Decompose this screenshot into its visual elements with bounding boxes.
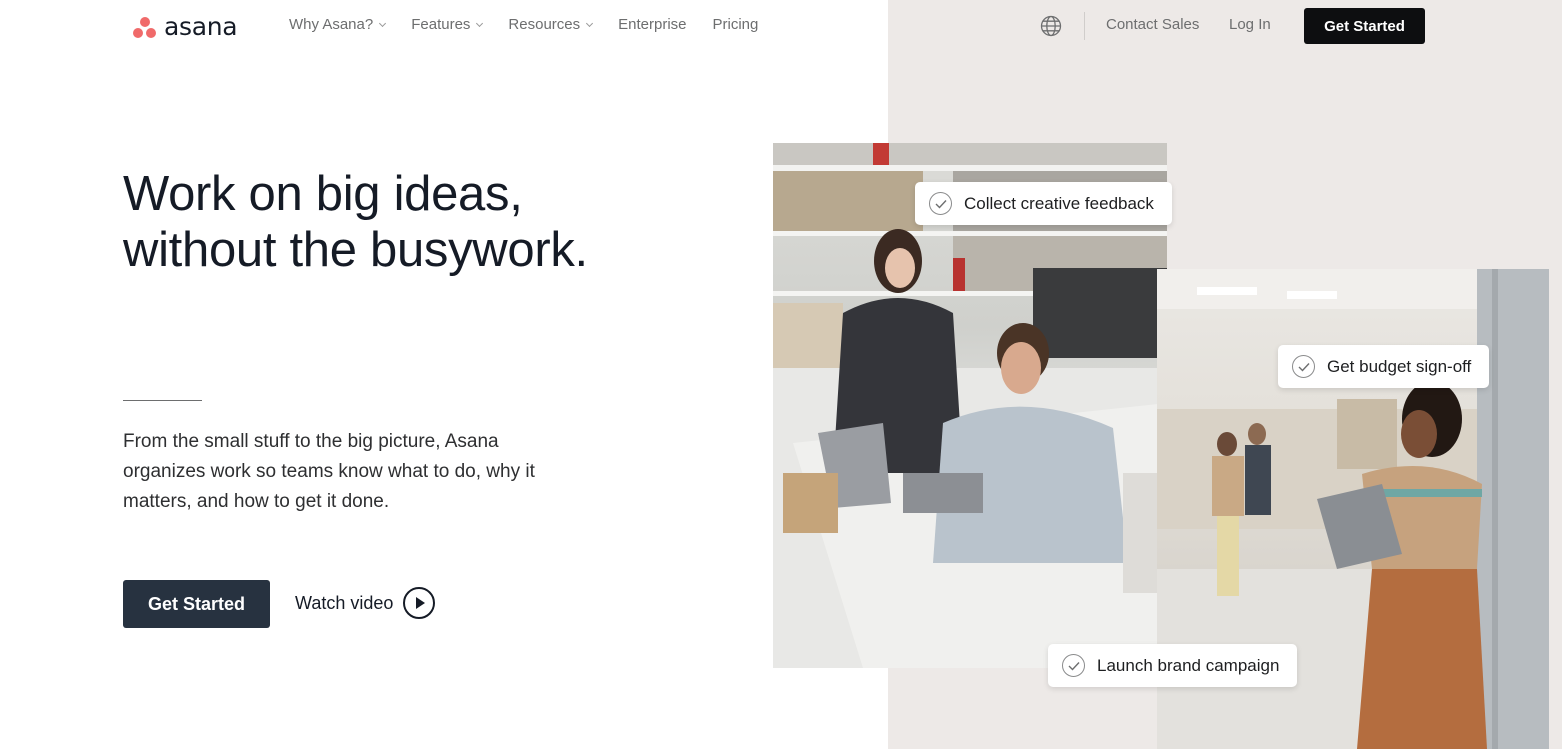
task-card: Get budget sign-off <box>1278 345 1490 388</box>
contact-sales-link[interactable]: Contact Sales <box>1106 16 1199 33</box>
task-card: Launch brand campaign <box>1048 644 1298 687</box>
check-circle-icon <box>929 192 952 215</box>
nav-why-asana[interactable]: Why Asana? <box>289 16 387 33</box>
hero-title: Work on big ideas, without the busywork. <box>123 166 683 278</box>
header-get-started-button[interactable]: Get Started <box>1304 8 1425 44</box>
nav-label: Features <box>411 16 471 33</box>
check-circle-icon <box>1062 654 1085 677</box>
globe-icon[interactable] <box>1040 15 1062 37</box>
main-nav: Why Asana? Features Resources Enterprise… <box>289 16 758 33</box>
asana-logo-icon <box>132 15 158 39</box>
task-label: Get budget sign-off <box>1327 356 1472 376</box>
task-label: Collect creative feedback <box>964 193 1154 213</box>
task-label: Launch brand campaign <box>1097 655 1280 675</box>
nav-label: Resources <box>508 16 581 33</box>
logo-text: asana <box>164 12 238 41</box>
nav-label: Why Asana? <box>289 16 374 33</box>
hero-title-line1: Work on big ideas, <box>123 167 523 221</box>
nav-label: Enterprise <box>618 16 687 33</box>
nav-enterprise[interactable]: Enterprise <box>618 16 686 33</box>
header-divider <box>1084 12 1085 40</box>
nav-pricing[interactable]: Pricing <box>713 16 759 33</box>
nav-label: Pricing <box>712 16 759 33</box>
watch-video-label: Watch video <box>295 592 394 613</box>
asana-logo[interactable]: asana <box>132 12 238 41</box>
log-in-link[interactable]: Log In <box>1229 16 1271 33</box>
play-icon <box>403 587 436 619</box>
nav-features[interactable]: Features <box>411 16 484 33</box>
chevron-down-icon <box>379 19 387 27</box>
hero-description: From the small stuff to the big picture,… <box>123 431 535 512</box>
hero-title-line2: without the busywork. <box>123 223 588 277</box>
watch-video-button[interactable]: Watch video <box>295 587 436 619</box>
chevron-down-icon <box>476 19 484 27</box>
task-card: Collect creative feedback <box>915 182 1172 225</box>
nav-resources[interactable]: Resources <box>508 16 594 33</box>
hero-divider <box>123 400 202 401</box>
hero-get-started-button[interactable]: Get Started <box>123 580 270 628</box>
chevron-down-icon <box>586 19 594 27</box>
check-circle-icon <box>1292 355 1315 378</box>
